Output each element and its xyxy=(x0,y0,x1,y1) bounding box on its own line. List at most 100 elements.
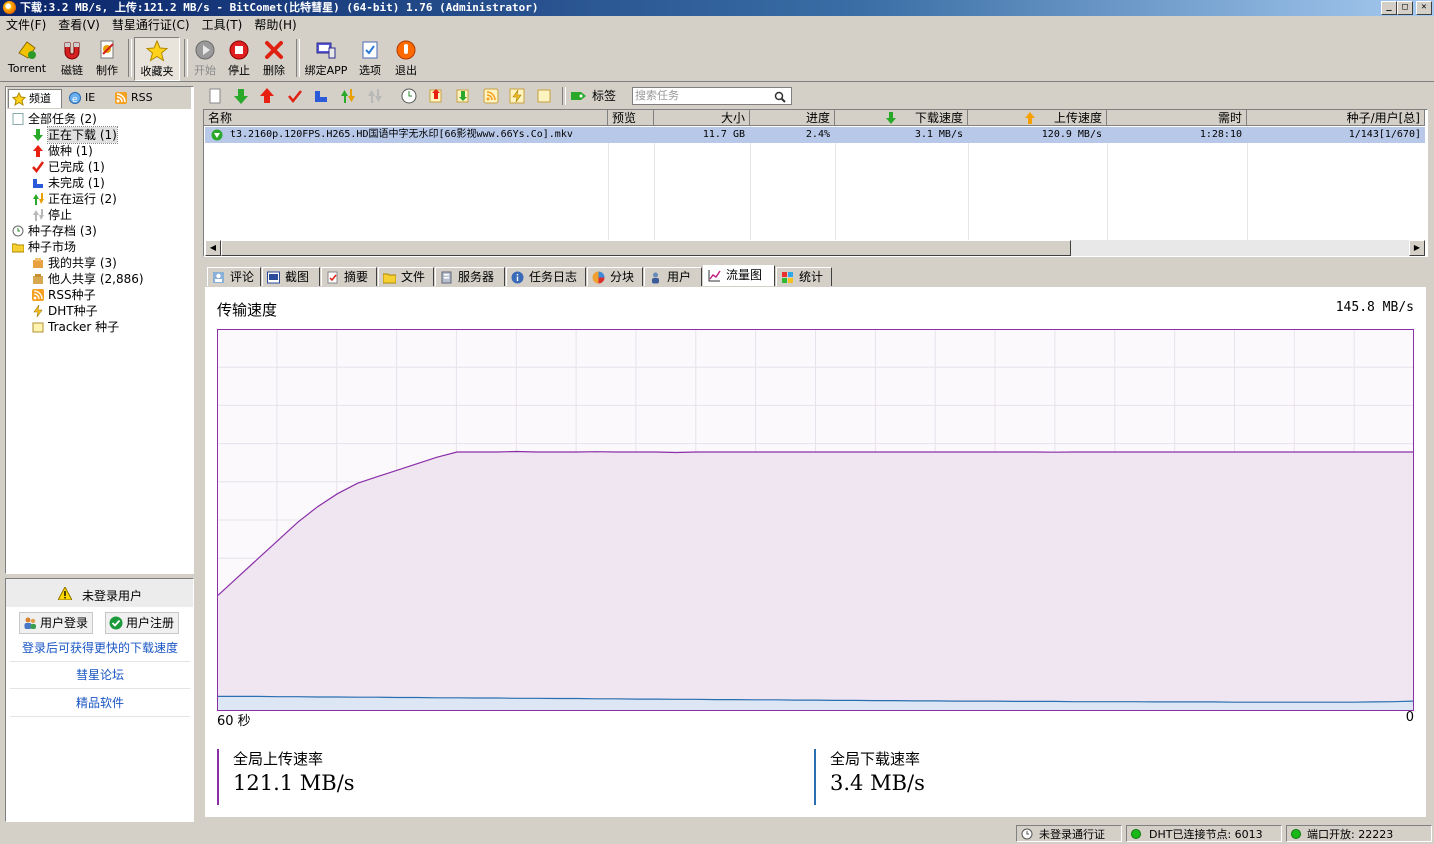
task-peers: 1/143[1/670] xyxy=(1348,129,1421,140)
menu-help[interactable]: 帮助(H) xyxy=(248,16,302,35)
maximize-button[interactable]: □ xyxy=(1397,1,1413,15)
menu-passport[interactable]: 彗星通行证(C) xyxy=(106,16,196,35)
stopped-filter-icon[interactable] xyxy=(366,87,384,105)
task-eta: 1:28:10 xyxy=(1199,129,1242,140)
star-icon xyxy=(12,92,26,106)
speed-chart xyxy=(217,329,1414,711)
task-toolbar: 标签 搜索任务 xyxy=(202,84,1428,108)
tab-servers[interactable]: 服务器 xyxy=(435,267,505,286)
search-input[interactable]: 搜索任务 xyxy=(632,87,792,105)
stop-button[interactable]: 停止 xyxy=(224,37,254,79)
graph-title: 传输速度 xyxy=(217,301,278,319)
seed-arrow-icon xyxy=(33,145,43,157)
tab-task-log[interactable]: 任务日志 xyxy=(506,267,586,286)
dht-icon[interactable] xyxy=(508,87,526,105)
tab-comments[interactable]: 评论 xyxy=(207,267,261,286)
tracker-icon[interactable] xyxy=(535,87,553,105)
make-torrent-icon xyxy=(100,40,114,59)
scroll-thumb[interactable] xyxy=(221,240,1071,256)
task-name: t3.2160p.120FPS.H265.HD国语中字无水印[66影视www.6… xyxy=(230,129,573,140)
user-box: 未登录用户 用户登录 用户注册 登录后可获得更快的下载速度 彗星论坛 精品软件 xyxy=(5,578,194,822)
passport-status[interactable]: 未登录通行证 xyxy=(1016,825,1122,842)
detail-tabs: 评论 截图 摘要 文件 服务器 任务日志 分块 用户 流量图 统计 xyxy=(203,265,1426,287)
summary-icon xyxy=(327,271,338,284)
stop-icon xyxy=(229,40,249,60)
col-header-peers[interactable]: 种子/用户[总] xyxy=(1247,110,1425,126)
user-login-button[interactable]: 用户登录 xyxy=(19,612,94,634)
tab-ie[interactable]: e IE xyxy=(65,89,105,107)
torrent-icon xyxy=(18,41,36,59)
incomplete-filter-icon[interactable] xyxy=(312,87,330,105)
clock-icon[interactable] xyxy=(400,87,418,105)
task-progress: 2.4% xyxy=(805,129,830,140)
stats-icon xyxy=(782,272,793,283)
options-button[interactable]: 选项 xyxy=(355,37,385,79)
delete-button[interactable]: 删除 xyxy=(259,37,289,79)
menu-view[interactable]: 查看(V) xyxy=(52,16,106,35)
tab-files[interactable]: 文件 xyxy=(378,267,434,286)
start-button[interactable]: 开始 xyxy=(190,37,220,79)
faster-download-link[interactable]: 登录后可获得更快的下载速度 xyxy=(10,635,190,662)
ie-icon: e xyxy=(69,92,81,105)
table-row[interactable]: t3.2160p.120FPS.H265.HD国语中字无水印[66影视www.6… xyxy=(205,127,1425,143)
download-rate-value: 3.4 MB/s xyxy=(830,771,925,795)
download-arrow-icon xyxy=(886,112,896,124)
rss-icon xyxy=(32,289,44,301)
clock-icon xyxy=(1021,828,1033,840)
archive-icon xyxy=(12,225,24,237)
exit-button[interactable]: 退出 xyxy=(391,37,421,79)
magnet-button[interactable]: 磁链 xyxy=(56,37,88,79)
tab-traffic-graph[interactable]: 流量图 xyxy=(703,265,775,286)
stopped-icon xyxy=(33,209,44,221)
main-toolbar: Torrent 磁链 制作 收藏夹 开始 停止 删除 绑定APP 选项 退出 xyxy=(0,35,1434,82)
line-chart-icon xyxy=(708,270,721,282)
col-header-upload-speed[interactable]: 上传速度 xyxy=(968,110,1107,126)
pin-up-icon[interactable] xyxy=(427,87,445,105)
task-download-speed: 3.1 MB/s xyxy=(914,129,963,140)
horizontal-scrollbar[interactable]: ◀ ▶ xyxy=(205,240,1425,256)
all-tasks-icon[interactable] xyxy=(206,87,224,105)
col-header-download-speed[interactable]: 下载速度 xyxy=(835,110,968,126)
software-link[interactable]: 精品软件 xyxy=(10,690,190,717)
close-button[interactable]: ✕ xyxy=(1416,1,1432,15)
bind-app-button[interactable]: 绑定APP xyxy=(302,37,350,79)
forum-link[interactable]: 彗星论坛 xyxy=(10,662,190,689)
menu-file[interactable]: 文件(F) xyxy=(0,16,52,35)
user-register-button[interactable]: 用户注册 xyxy=(105,612,180,634)
pin-down-icon[interactable] xyxy=(454,87,472,105)
torrent-button[interactable]: Torrent xyxy=(4,37,50,79)
running-icon xyxy=(33,193,44,205)
col-header-preview[interactable]: 预览 xyxy=(608,110,654,126)
search-icon[interactable] xyxy=(774,91,786,103)
favorites-button[interactable]: 收藏夹 xyxy=(134,37,180,81)
col-header-eta[interactable]: 需时 xyxy=(1107,110,1247,126)
col-header-size[interactable]: 大小 xyxy=(654,110,750,126)
col-header-progress[interactable]: 进度 xyxy=(750,110,835,126)
completed-filter-icon[interactable] xyxy=(286,87,304,105)
upload-area xyxy=(218,451,1413,710)
upload-rate-value: 121.1 MB/s xyxy=(233,771,355,795)
upload-filter-icon[interactable] xyxy=(258,87,276,105)
scroll-right-button[interactable]: ▶ xyxy=(1409,240,1425,256)
tab-channel[interactable]: 频道 xyxy=(8,89,62,108)
tab-screenshots[interactable]: 截图 xyxy=(262,267,320,286)
tab-pieces[interactable]: 分块 xyxy=(587,267,643,286)
tag-button[interactable]: 标签 xyxy=(570,87,616,105)
col-header-name[interactable]: 名称 xyxy=(204,110,608,126)
tab-rss[interactable]: RSS xyxy=(111,89,157,107)
download-filter-icon[interactable] xyxy=(232,87,250,105)
tab-summary[interactable]: 摘要 xyxy=(321,267,377,286)
tab-peers[interactable]: 用户 xyxy=(644,267,702,286)
download-rate-label: 全局下载速率 xyxy=(830,750,921,768)
column-divider xyxy=(1247,126,1248,240)
make-torrent-button[interactable]: 制作 xyxy=(92,37,122,79)
minimize-button[interactable]: _ xyxy=(1381,1,1397,15)
running-filter-icon[interactable] xyxy=(339,87,357,105)
pie-icon xyxy=(592,271,605,284)
tab-statistics[interactable]: 统计 xyxy=(776,267,832,286)
status-bar: 未登录通行证 DHT已连接节点: 6013 端口开放: 22223 xyxy=(0,824,1434,844)
rss-icon[interactable] xyxy=(482,87,500,105)
scroll-left-button[interactable]: ◀ xyxy=(205,240,221,256)
options-icon xyxy=(362,41,378,59)
menu-tools[interactable]: 工具(T) xyxy=(196,16,249,35)
